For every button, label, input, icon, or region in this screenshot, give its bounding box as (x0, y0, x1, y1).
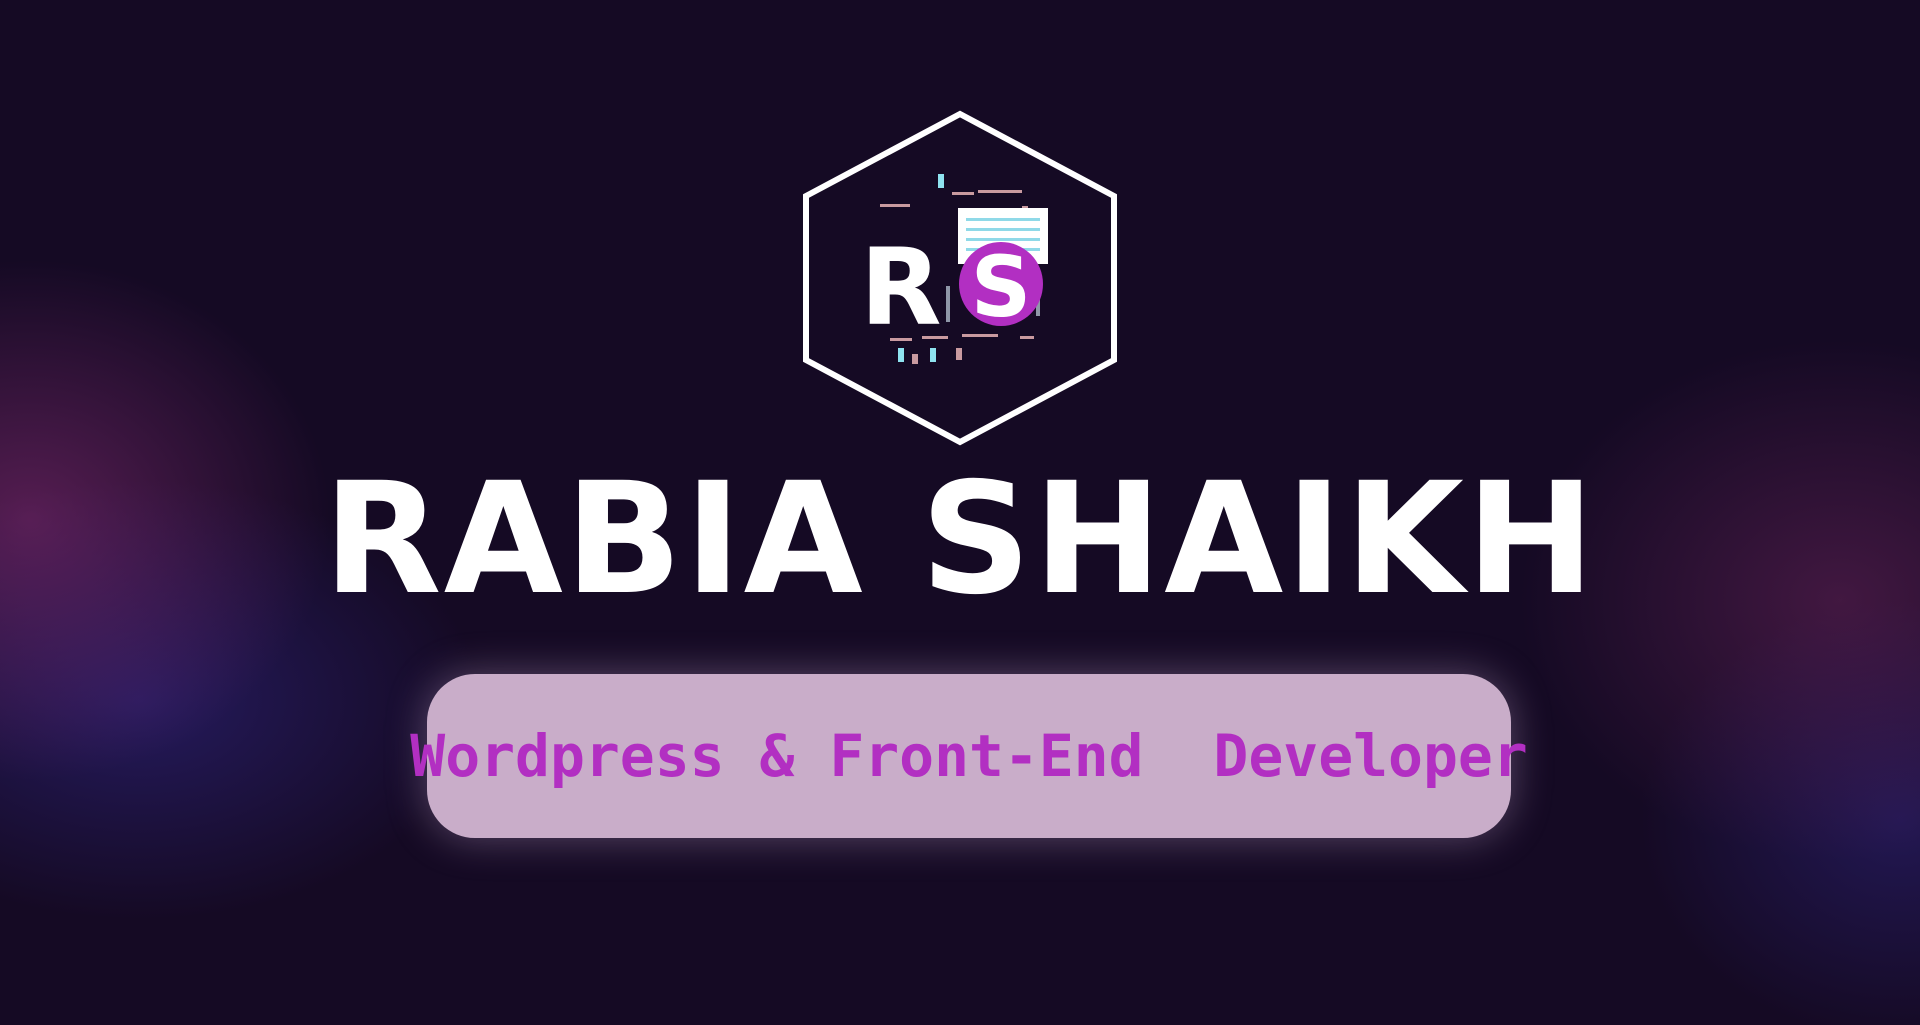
subtitle-text: Wordpress & Front-End Developer (410, 722, 1528, 790)
subtitle-badge: Wordpress & Front-End Developer (410, 674, 1528, 838)
page-title: RABIA SHAIKH (323, 450, 1597, 629)
svg-text:R: R (860, 226, 942, 349)
svg-text:S: S (971, 238, 1032, 336)
hero-banner: R S RABIA SHAIKH Wordpress & Front-End D… (0, 0, 1920, 1025)
rs-hexagon-logo-icon: R S (800, 108, 1120, 448)
